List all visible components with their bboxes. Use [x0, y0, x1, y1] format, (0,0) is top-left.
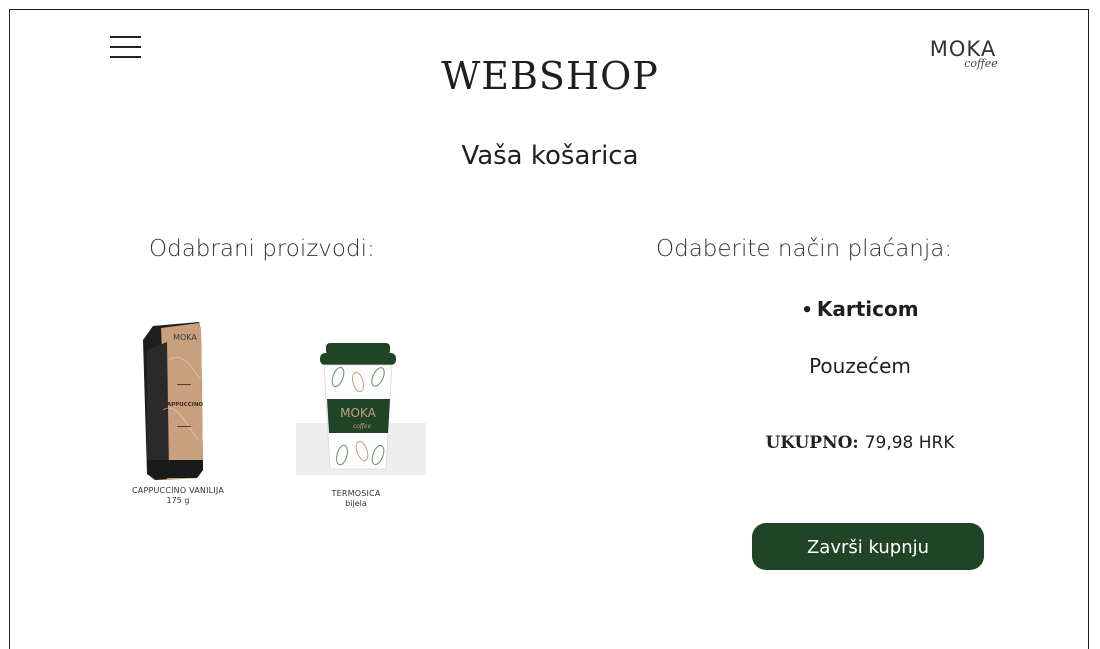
- product-detail: bijela: [345, 499, 367, 508]
- thermos-cup-image: MOKA coffee: [296, 343, 426, 475]
- coffee-bag-image: MOKA CAPPUCCINO: [143, 322, 204, 480]
- moka-logo[interactable]: MOKA coffee: [918, 38, 1008, 69]
- payment-option-card[interactable]: • Karticom: [700, 297, 1020, 321]
- product-item[interactable]: MOKA CAPPUCCINO CAPPUCCINO VANILIJA 175 …: [112, 320, 244, 506]
- payment-option-label: Pouzećem: [809, 354, 911, 378]
- payment-option-label: Karticom: [816, 297, 919, 321]
- total-value: 79,98 HRK: [864, 433, 955, 453]
- cart-heading: Vaša košarica: [461, 141, 639, 171]
- finish-purchase-button[interactable]: Završi kupnju: [752, 523, 984, 570]
- payment-method-heading: Odaberite način plaćanja:: [656, 236, 953, 262]
- cup-brand-sublabel: coffee: [353, 423, 372, 430]
- product-detail: 175 g: [166, 496, 190, 505]
- payment-option-cod[interactable]: Pouzećem: [700, 354, 1020, 378]
- order-total: UKUPNO: 79,98 HRK: [700, 433, 1020, 453]
- product-name: CAPPUCCINO VANILIJA: [131, 486, 224, 495]
- product-name: TERMOSICA: [331, 489, 381, 498]
- cup-brand-label: MOKA: [340, 406, 376, 420]
- bag-product-label: CAPPUCCINO: [163, 402, 204, 408]
- selected-products-heading: Odabrani proizvodi:: [149, 236, 375, 262]
- bag-brand-label: MOKA: [173, 333, 197, 342]
- total-label: UKUPNO:: [765, 433, 859, 453]
- product-item[interactable]: MOKA coffee TERMOSICA bijela: [296, 337, 426, 509]
- selected-bullet-icon: •: [801, 300, 813, 321]
